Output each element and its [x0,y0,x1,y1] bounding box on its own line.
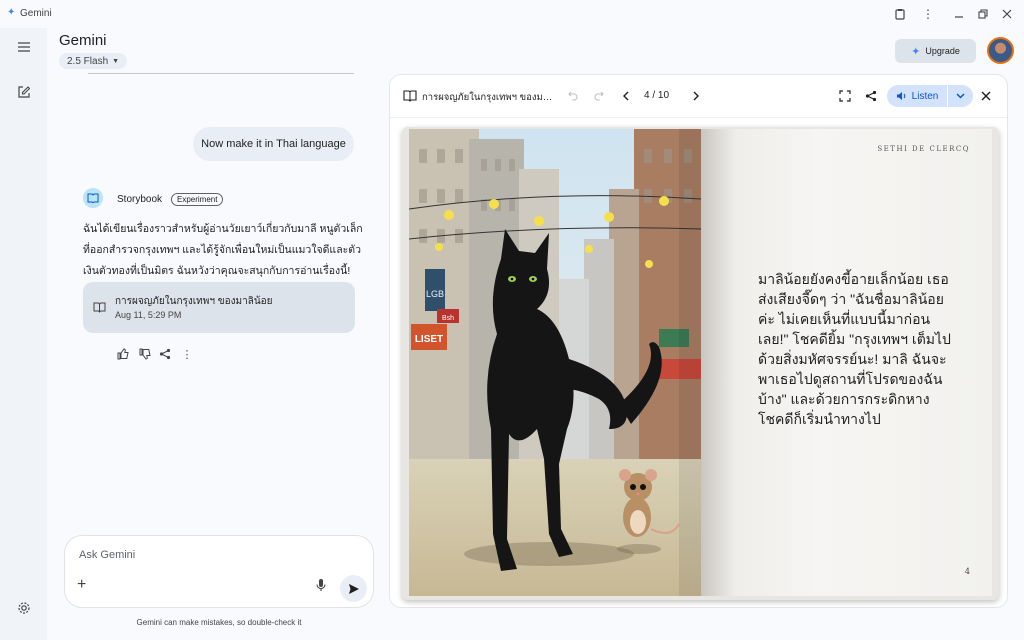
sign-bsh: Bsh [442,315,454,322]
model-label: 2.5 Flash [67,55,109,67]
title-bar: ✦ Gemini ⋮ [0,0,1024,28]
minimize-icon[interactable] [948,4,970,24]
clipboard-icon[interactable] [889,4,911,24]
experiment-badge: Experiment [171,193,224,206]
toolbar-divider [390,117,1007,118]
send-button[interactable] [340,575,367,602]
author-name: SETHI DE CLERCQ [877,145,970,153]
add-icon[interactable]: + [77,577,91,593]
thumbs-up-icon[interactable] [116,347,130,361]
book: LGB Bsh LISET SETHI DE CLERCQ มาลิน้อยยั… [402,127,999,600]
close-window-icon[interactable] [996,4,1018,24]
sign-liset: LISET [415,334,443,345]
model-selector[interactable]: 2.5 Flash ▼ [59,53,128,69]
assistant-name: Storybook [117,194,163,205]
thumbs-down-icon[interactable] [138,347,152,361]
avatar[interactable] [987,37,1014,64]
sparkle-icon: ✦ [911,45,921,58]
storybook-card[interactable]: การผจญภัยในกรุงเทพฯ ของมาลิน้อย Aug 11, … [83,282,355,333]
gemini-logo-icon: ✦ [7,7,16,18]
illustration-page: LGB Bsh LISET [409,129,701,596]
cat-and-mouse-illustration: LGB Bsh LISET [409,129,701,596]
more-vert-icon[interactable]: ⋮ [917,4,939,24]
new-chat-icon[interactable] [12,80,36,104]
previous-page-icon[interactable] [617,87,635,105]
divider [88,73,354,74]
card-title: การผจญภัยในกรุงเทพฯ ของมาลิน้อย [115,296,273,307]
listen-label: Listen [911,90,939,102]
book-icon [93,300,106,318]
menu-icon[interactable] [12,35,36,59]
prompt-input[interactable]: Ask Gemini [79,549,135,561]
share-icon[interactable] [158,347,172,361]
restore-icon[interactable] [972,4,994,24]
sign-lgb: LGB [426,289,444,299]
undo-icon[interactable] [564,87,582,105]
side-rail [0,28,47,640]
upgrade-label: Upgrade [925,46,960,56]
story-text: มาลิน้อยยังคงขี้อายเล็กน้อย เธอส่งเสียงจ… [758,271,951,427]
fullscreen-icon[interactable] [836,87,854,105]
brand-title: Gemini [59,32,107,49]
next-page-icon[interactable] [687,87,705,105]
share-icon[interactable] [862,87,880,105]
page-indicator: 4 / 10 [644,90,670,101]
upgrade-button[interactable]: ✦ Upgrade [895,39,976,63]
mic-icon[interactable] [315,578,329,592]
send-icon [348,583,359,594]
listen-options-button[interactable] [948,85,973,107]
text-page: SETHI DE CLERCQ มาลิน้อยยังคงขี้อายเล็กน… [701,129,992,596]
user-message: Now make it in Thai language [193,127,354,161]
disclaimer: Gemini can make mistakes, so double-chec… [136,618,302,627]
storybook-viewer: การผจญภัยในกรุงเทพฯ ของมาลิ... 4 / 10 Li… [389,74,1008,608]
page-number: 4 [964,567,970,576]
viewer-title: การผจญภัยในกรุงเทพฯ ของมาลิ... [422,92,555,103]
app-name: Gemini [20,8,52,19]
card-date: Aug 11, 5:29 PM [115,310,182,320]
speaker-icon [896,92,905,100]
more-options-icon[interactable]: ⋮ [180,347,194,361]
assistant-response: ฉันได้เขียนเรื่องราวสำหรับผู้อ่านวัยเยาว… [83,223,363,277]
settings-gear-icon[interactable] [12,596,36,620]
close-icon[interactable] [977,87,995,105]
chevron-down-icon [956,93,965,99]
book-icon [403,89,417,107]
storybook-icon [83,188,103,208]
prompt-box[interactable]: Ask Gemini + [64,535,374,608]
redo-icon[interactable] [590,87,608,105]
listen-button[interactable]: Listen [887,85,947,107]
chevron-down-icon: ▼ [112,57,120,65]
